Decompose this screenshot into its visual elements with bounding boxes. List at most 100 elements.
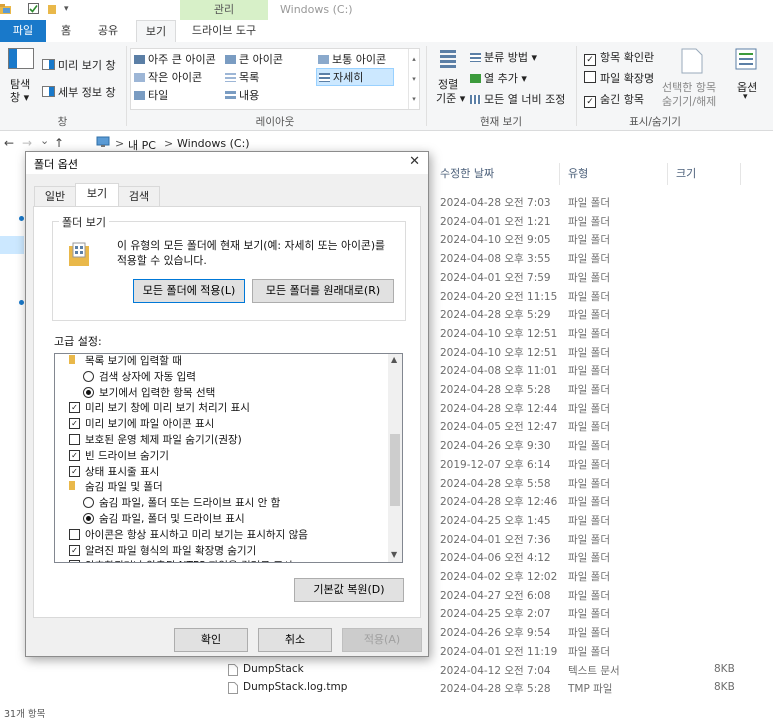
properties-icon[interactable]: [28, 3, 40, 15]
file-type: 파일 폴더: [568, 197, 610, 209]
setting-checkbox[interactable]: [69, 434, 80, 445]
advanced-setting-item[interactable]: ✓ 미리 보기 창에 미리 보기 처리기 표시: [55, 400, 388, 416]
column-divider[interactable]: [740, 163, 741, 185]
layout-extra-large-icons[interactable]: 아주 큰 아이콘: [134, 51, 216, 67]
file-extensions-toggle[interactable]: 파일 확장명: [584, 70, 654, 86]
customize-quick-access-icon[interactable]: ▾: [64, 3, 76, 15]
size-all-columns-label: 모든 열 너비 조정: [484, 93, 566, 106]
options-button[interactable]: [735, 48, 757, 75]
file-type: 파일 폴더: [568, 346, 610, 359]
advanced-setting-item[interactable]: ✓ 미리 보기에 파일 아이콘 표시: [55, 416, 388, 432]
layout-large-icons[interactable]: 큰 아이콘: [225, 51, 283, 67]
layout-small-icons[interactable]: 작은 아이콘: [134, 69, 202, 85]
folder-views-icon: [69, 242, 91, 271]
column-header-date[interactable]: 수정한 날짜: [440, 163, 494, 185]
setting-radio[interactable]: [83, 370, 94, 382]
scrollbar-thumb[interactable]: [390, 434, 400, 506]
hidden-items-checkbox[interactable]: ✓: [584, 96, 596, 108]
cancel-button[interactable]: 취소: [258, 628, 332, 652]
dialog-tab-view[interactable]: 보기: [75, 183, 119, 207]
recent-locations-button[interactable]: ⌄: [40, 134, 49, 147]
setting-checkbox[interactable]: ✓: [69, 449, 80, 461]
navigation-pane-button[interactable]: 탐색 창 ▾: [8, 48, 34, 104]
nav-pane-selected-item[interactable]: [0, 236, 24, 254]
dialog-title-bar[interactable]: 폴더 옵션 ✕: [26, 152, 428, 174]
size-all-columns-button[interactable]: 모든 열 너비 조정: [470, 91, 565, 107]
setting-checkbox[interactable]: [69, 560, 80, 562]
new-folder-icon[interactable]: [46, 3, 58, 15]
details-pane-button[interactable]: 세부 정보 창: [42, 84, 116, 100]
advanced-settings-list[interactable]: 목록 보기에 입력할 때 검색 상자에 자동 입력 보기에서 입력한 항목 선택 ✓ 미…: [54, 353, 403, 563]
tab-view[interactable]: 보기: [136, 20, 176, 42]
setting-radio[interactable]: [83, 513, 94, 524]
column-divider[interactable]: [667, 163, 668, 185]
dialog-tab-general[interactable]: 일반: [34, 186, 76, 206]
column-divider[interactable]: [559, 163, 560, 185]
setting-radio[interactable]: [83, 497, 94, 509]
scroll-down-arrow-icon[interactable]: ▼: [391, 550, 397, 559]
setting-checkbox[interactable]: ✓: [69, 418, 80, 430]
table-row[interactable]: DumpStack.log.tmp 2024-04-28 오후 5:28 TMP 파…: [0, 679, 773, 698]
advanced-setting-item[interactable]: ✓ 빈 드라이브 숨기기: [55, 448, 388, 464]
setting-checkbox[interactable]: [69, 528, 80, 540]
layout-gallery-scroll[interactable]: ▴ ▾ ▾: [408, 49, 419, 109]
layout-tiles[interactable]: 타일: [134, 87, 168, 103]
file-date: 2024-04-02 오후 12:02: [440, 571, 558, 583]
explorer-icon[interactable]: [0, 3, 12, 15]
tab-file[interactable]: 파일: [0, 20, 46, 42]
advanced-setting-item[interactable]: 보호된 운영 체제 파일 숨기기(권장): [55, 432, 388, 448]
dialog-tab-search[interactable]: 검색: [118, 186, 160, 206]
advanced-setting-item[interactable]: 목록 보기에 입력할 때: [55, 354, 388, 369]
layout-list[interactable]: 목록: [225, 69, 259, 85]
dialog-close-button[interactable]: ✕: [409, 154, 420, 169]
options-dropdown-arrow[interactable]: ▾: [743, 92, 748, 102]
setting-checkbox[interactable]: ✓: [69, 544, 80, 556]
layout-content[interactable]: 내용: [225, 87, 259, 103]
advanced-setting-item[interactable]: 보기에서 입력한 항목 선택: [55, 385, 388, 401]
advanced-settings-scrollbar[interactable]: ▲ ▼: [388, 354, 402, 562]
column-header-size[interactable]: 크기: [676, 163, 696, 185]
item-checkboxes-checkbox[interactable]: ✓: [584, 54, 596, 66]
sort-by-button[interactable]: [438, 48, 458, 75]
tab-home[interactable]: 홈: [52, 20, 80, 42]
back-button[interactable]: ←: [4, 136, 14, 150]
advanced-setting-item[interactable]: ✓ 알려진 파일 형식의 파일 확장명 숨기기: [55, 543, 388, 559]
table-row[interactable]: DumpStack 2024-04-12 오전 7:04 텍스트 문서 8KB: [0, 661, 773, 680]
setting-radio[interactable]: [83, 386, 94, 398]
scroll-up-arrow-icon[interactable]: ▲: [391, 355, 397, 364]
group-by-button[interactable]: 분류 방법 ▾: [470, 49, 537, 65]
advanced-setting-item[interactable]: ✓ 상태 표시줄 표시: [55, 464, 388, 480]
layout-item-label: 큰 아이콘: [239, 53, 283, 66]
reset-folders-button[interactable]: 모든 폴더를 원래대로(R): [252, 279, 394, 303]
dialog-title: 폴더 옵션: [34, 158, 78, 171]
advanced-setting-item[interactable]: 아이콘은 항상 표시하고 미리 보기는 표시하지 않음: [55, 527, 388, 543]
tab-drive-tools[interactable]: 드라이브 도구: [180, 20, 268, 42]
ribbon-tabs: 파일 홈 공유 보기 드라이브 도구: [0, 20, 773, 42]
layout-details[interactable]: 자세히: [316, 68, 394, 86]
preview-pane-button[interactable]: 미리 보기 창: [42, 57, 116, 73]
ok-button[interactable]: 확인: [174, 628, 248, 652]
hidden-items-toggle[interactable]: ✓ 숨긴 항목: [584, 91, 644, 108]
layout-medium-icons[interactable]: 보통 아이콘: [318, 51, 386, 67]
advanced-setting-item[interactable]: 검색 상자에 자동 입력: [55, 369, 388, 385]
breadcrumb-drive[interactable]: Windows (C:): [177, 137, 250, 150]
advanced-setting-item[interactable]: 숨김 파일, 폴더 또는 드라이브 표시 안 함: [55, 495, 388, 511]
column-header-type[interactable]: 유형: [568, 163, 588, 185]
forward-button[interactable]: →: [22, 136, 32, 150]
restore-defaults-button[interactable]: 기본값 복원(D): [294, 578, 404, 602]
setting-checkbox[interactable]: ✓: [69, 402, 80, 414]
apply-to-folders-button[interactable]: 모든 폴더에 적용(L): [133, 279, 245, 303]
advanced-setting-item[interactable]: 숨김 파일, 폴더 및 드라이브 표시: [55, 511, 388, 527]
advanced-setting-item[interactable]: 암호화되거나 압축된 NTFS 파일을 컬러로 표시: [55, 558, 388, 562]
item-checkboxes-toggle[interactable]: ✓ 항목 확인란: [584, 49, 654, 66]
hide-selected-items-button[interactable]: [680, 48, 704, 77]
tab-share[interactable]: 공유: [92, 20, 124, 42]
apply-button[interactable]: 적용(A): [342, 628, 422, 652]
file-extensions-checkbox[interactable]: [584, 71, 596, 83]
setting-checkbox[interactable]: ✓: [69, 465, 80, 477]
layout-item-label: 보통 아이콘: [332, 53, 387, 66]
advanced-setting-item[interactable]: 숨김 파일 및 폴더: [55, 479, 388, 495]
add-columns-button[interactable]: 열 추가 ▾: [470, 70, 527, 86]
file-date: 2024-04-10 오후 12:51: [440, 346, 558, 359]
up-button[interactable]: ↑: [54, 136, 64, 150]
